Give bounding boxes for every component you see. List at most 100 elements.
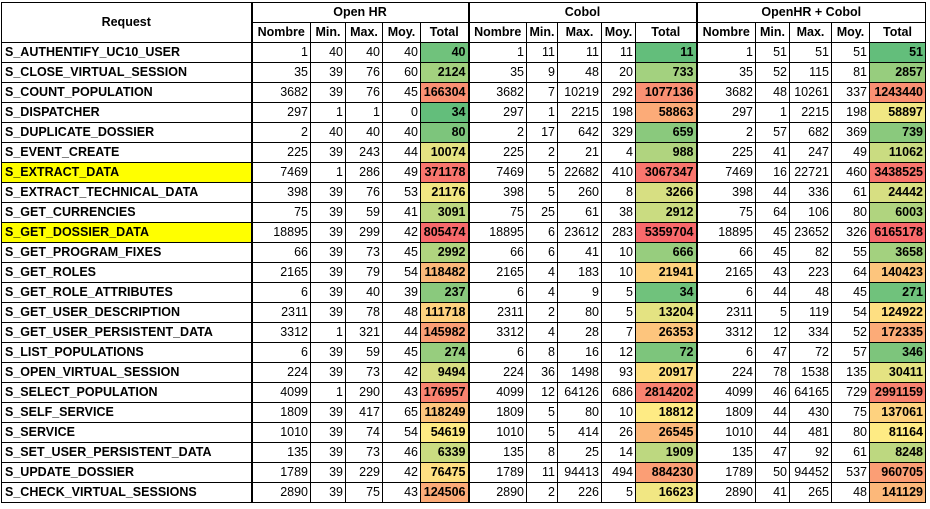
value-cell-open-hr: 48: [382, 302, 421, 323]
total-cell-cobol: 58863: [635, 102, 697, 123]
value-cell-combined: 682: [789, 122, 832, 143]
total-cell-cobol: 13204: [635, 302, 697, 323]
total-cell-open-hr: 237: [420, 282, 469, 303]
value-cell-cobol: 17: [526, 122, 558, 143]
value-cell-cobol: 5: [526, 402, 558, 423]
subheader-open-hr-min: Min.: [310, 22, 346, 43]
request-name: S_SERVICE: [1, 422, 252, 443]
value-cell-combined: 326: [831, 222, 870, 243]
subheader-cobol-total: Total: [635, 22, 697, 43]
value-cell-combined: 41: [755, 142, 790, 163]
table-row: S_GET_USER_DESCRIPTION 2311 39 78 48 111718 23…: [1, 302, 926, 323]
total-cell-open-hr: 40: [420, 42, 469, 63]
subheader-combined-max: Max.: [789, 22, 832, 43]
value-cell-open-hr: 1010: [250, 422, 311, 443]
value-cell-open-hr: 35: [250, 62, 311, 83]
request-name: S_GET_CURRENCIES: [1, 202, 252, 223]
request-name: S_AUTHENTIFY_UC10_USER: [1, 42, 252, 63]
value-cell-combined: 337: [831, 82, 870, 103]
value-cell-combined: 44: [755, 182, 790, 203]
value-cell-open-hr: 18895: [250, 222, 311, 243]
value-cell-open-hr: 0: [382, 102, 421, 123]
value-cell-cobol: 25: [557, 442, 602, 463]
value-cell-combined: 2890: [695, 482, 756, 503]
value-cell-combined: 66: [695, 242, 756, 263]
request-name: S_UPDATE_DOSSIER: [1, 462, 252, 483]
value-cell-open-hr: 46: [382, 442, 421, 463]
value-cell-open-hr: 3682: [250, 82, 311, 103]
table-row: S_GET_ROLES 2165 39 79 54 118482 2165 4 183 10 219…: [1, 262, 926, 283]
total-cell-combined: 2857: [869, 62, 926, 83]
value-cell-cobol: 292: [601, 82, 636, 103]
total-cell-open-hr: 371178: [420, 162, 469, 183]
value-cell-cobol: 10: [601, 242, 636, 263]
table-row: S_COUNT_POPULATION 3682 39 76 45 166304 3682 7 1…: [1, 82, 926, 103]
value-cell-open-hr: 225: [250, 142, 311, 163]
value-cell-cobol: 5: [526, 422, 558, 443]
value-cell-combined: 2311: [695, 302, 756, 323]
table-row: S_SELF_SERVICE 1809 39 417 65 118249 1809 5 80 10…: [1, 402, 926, 423]
table-row: S_SERVICE 1010 39 74 54 54619 1010 5 414 26 26545 1…: [1, 422, 926, 443]
value-cell-open-hr: 299: [345, 222, 383, 243]
value-cell-cobol: 9: [526, 62, 558, 83]
total-cell-open-hr: 21176: [420, 182, 469, 203]
total-cell-cobol: 16623: [635, 482, 697, 503]
requests-table: Request Open HR Cobol OpenHR + Cobol Nom…: [1, 2, 926, 503]
value-cell-cobol: 93: [601, 362, 636, 383]
value-cell-open-hr: 6: [250, 342, 311, 363]
value-cell-open-hr: 39: [310, 202, 346, 223]
total-cell-open-hr: 54619: [420, 422, 469, 443]
total-cell-combined: 3658: [869, 242, 926, 263]
request-name: S_CHECK_VIRTUAL_SESSIONS: [1, 482, 252, 503]
value-cell-combined: 47: [755, 442, 790, 463]
value-cell-cobol: 2: [526, 142, 558, 163]
value-cell-cobol: 260: [557, 182, 602, 203]
value-cell-cobol: 7469: [467, 162, 527, 183]
total-cell-combined: 739: [869, 122, 926, 143]
value-cell-open-hr: 39: [310, 482, 346, 503]
value-cell-cobol: 226: [557, 482, 602, 503]
value-cell-open-hr: 39: [310, 342, 346, 363]
table-row: S_DISPATCHER 297 1 1 0 34 297 1 2215 198 58863 297 1…: [1, 102, 926, 123]
value-cell-open-hr: 1: [310, 322, 346, 343]
value-cell-open-hr: 43: [382, 382, 421, 403]
value-cell-combined: 198: [831, 102, 870, 123]
value-cell-open-hr: 39: [310, 462, 346, 483]
value-cell-open-hr: 39: [310, 282, 346, 303]
value-cell-combined: 41: [755, 482, 790, 503]
total-cell-open-hr: 176957: [420, 382, 469, 403]
value-cell-cobol: 12: [526, 382, 558, 403]
value-cell-cobol: 494: [601, 462, 636, 483]
value-cell-open-hr: 1809: [250, 402, 311, 423]
value-cell-cobol: 9: [557, 282, 602, 303]
table-body: S_AUTHENTIFY_UC10_USER 1 40 40 40 40 1 11 11 11 11…: [1, 42, 926, 503]
value-cell-open-hr: 39: [310, 242, 346, 263]
value-cell-combined: 64165: [789, 382, 832, 403]
table-row: S_GET_USER_PERSISTENT_DATA 3312 1 321 44 1459…: [1, 322, 926, 343]
value-cell-cobol: 80: [557, 402, 602, 423]
value-cell-combined: 57: [831, 342, 870, 363]
value-cell-combined: 247: [789, 142, 832, 163]
value-cell-cobol: 6: [467, 282, 527, 303]
value-cell-combined: 3682: [695, 82, 756, 103]
request-name: S_DUPLICATE_DOSSIER: [1, 122, 252, 143]
value-cell-open-hr: 41: [382, 202, 421, 223]
value-cell-open-hr: 75: [345, 482, 383, 503]
total-cell-combined: 960705: [869, 462, 926, 483]
value-cell-cobol: 20: [601, 62, 636, 83]
total-cell-cobol: 21941: [635, 262, 697, 283]
value-cell-open-hr: 1: [345, 102, 383, 123]
value-cell-cobol: 1: [526, 102, 558, 123]
value-cell-open-hr: 73: [345, 362, 383, 383]
value-cell-open-hr: 286: [345, 162, 383, 183]
value-cell-cobol: 14: [601, 442, 636, 463]
value-cell-open-hr: 290: [345, 382, 383, 403]
value-cell-cobol: 5: [601, 482, 636, 503]
total-cell-cobol: 5359704: [635, 222, 697, 243]
value-cell-combined: 1: [755, 102, 790, 123]
value-cell-cobol: 198: [601, 102, 636, 123]
table-row: S_GET_DOSSIER_DATA 18895 39 299 42 805474 1889…: [1, 222, 926, 243]
value-cell-open-hr: 39: [310, 182, 346, 203]
value-cell-open-hr: 42: [382, 462, 421, 483]
table-row: S_DUPLICATE_DOSSIER 2 40 40 40 80 2 17 642 329 659…: [1, 122, 926, 143]
